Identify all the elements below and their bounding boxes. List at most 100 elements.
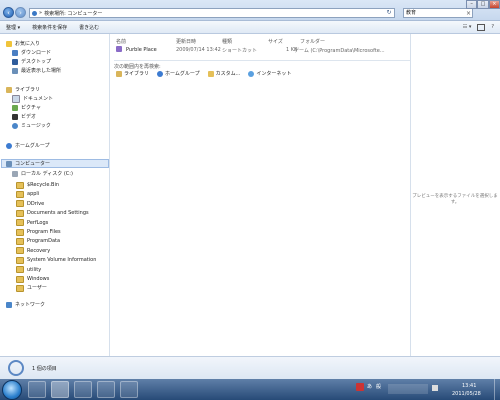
search-again-label: 次の範囲内を再検索: [114, 60, 410, 70]
search-magnifier-icon [8, 360, 24, 376]
search-custom-link[interactable]: カスタム... [207, 70, 240, 77]
nav-label: ピクチャ [21, 105, 41, 111]
folder-icon [16, 275, 24, 283]
nav-desktop[interactable]: デスクトップ [12, 58, 51, 66]
computer-icon [6, 161, 12, 167]
folder-item[interactable]: DDrive [16, 200, 44, 208]
globe-icon [248, 70, 255, 77]
search-homegroup-link[interactable]: ホームグループ [157, 70, 200, 77]
burn-button[interactable]: 書き込む [79, 24, 99, 31]
clock-date[interactable]: 2011/05/28 [452, 391, 481, 397]
nav-label: ドキュメント [23, 96, 54, 102]
documents-icon [12, 95, 20, 103]
shortcut-icon [116, 46, 122, 52]
nav-music[interactable]: ミュージック [12, 122, 51, 130]
organize-menu[interactable]: 整理 ▾ [6, 24, 20, 31]
views-menu[interactable]: ☷ ▾ [463, 24, 472, 31]
nav-videos[interactable]: ビデオ [12, 113, 36, 121]
result-name: Purble Place [126, 47, 157, 53]
folder-item[interactable]: $Recycle.Bin [16, 181, 59, 189]
search-library-link[interactable]: ライブラリ [116, 70, 149, 77]
folder-item[interactable]: Program Files [16, 228, 61, 236]
folder-label: Documents and Settings [27, 210, 89, 217]
folder-item[interactable]: Documents and Settings [16, 209, 89, 217]
folder-icon [16, 200, 24, 208]
folder-item[interactable]: System Volume Information [16, 256, 96, 264]
nav-documents[interactable]: ドキュメント [12, 95, 53, 103]
folder-label: System Volume Information [27, 257, 97, 264]
clock-time[interactable]: 13:41 [462, 383, 476, 389]
folder-icon [16, 209, 24, 217]
search-internet-link[interactable]: インターネット [248, 70, 291, 77]
nav-downloads[interactable]: ダウンロード [12, 49, 51, 57]
star-icon [6, 41, 12, 47]
folder-item[interactable]: utility [16, 266, 41, 274]
show-desktop-button[interactable] [494, 379, 500, 400]
taskbar-ie-icon[interactable] [28, 381, 46, 398]
folder-icon [16, 228, 24, 236]
videos-icon [12, 114, 18, 120]
nav-local-disk[interactable]: ローカル ディスク (C:) [12, 170, 73, 178]
nav-label: デスクトップ [21, 59, 52, 65]
link-label: ホームグループ [165, 71, 200, 77]
preview-pane-icon[interactable] [477, 24, 486, 31]
search-input[interactable]: 教育 × [403, 8, 473, 18]
col-date-header[interactable]: 更新日時 [176, 38, 196, 45]
col-name-header[interactable]: 名前 [116, 38, 126, 45]
nav-label: ライブラリ [15, 87, 41, 93]
col-size-header[interactable]: サイズ [268, 38, 283, 45]
result-folder: ゲーム (C:\ProgramData\Microsofte... [294, 48, 385, 54]
minimize-button[interactable]: – [466, 0, 478, 9]
folder-icon [16, 266, 24, 274]
ime-toolbar-icon[interactable] [356, 383, 364, 391]
start-button[interactable] [2, 380, 22, 400]
nav-pictures[interactable]: ピクチャ [12, 104, 41, 112]
folder-label: $Recycle.Bin [27, 182, 60, 188]
nav-recent[interactable]: 最近表示した場所 [12, 67, 61, 75]
col-folder-header[interactable]: フォルダー [300, 38, 325, 45]
folder-item[interactable]: Recovery [16, 247, 50, 255]
folder-label: ユーザー [27, 285, 47, 292]
folder-icon [16, 219, 24, 227]
path-chevron: » [39, 10, 43, 16]
close-button[interactable]: × [488, 0, 500, 9]
taskbar-media-player-icon[interactable] [74, 381, 92, 398]
ime-mode-a[interactable]: あ [367, 383, 372, 390]
folder-item[interactable]: ユーザー [16, 284, 47, 292]
col-type-header[interactable]: 種類 [222, 38, 232, 45]
nav-libraries[interactable]: ライブラリ [6, 86, 40, 94]
folder-item[interactable]: PerfLogs [16, 219, 48, 227]
taskbar-paint-icon[interactable] [120, 381, 138, 398]
nav-homegroup[interactable]: ホームグループ [6, 142, 50, 150]
back-button[interactable]: ‹ [3, 7, 14, 18]
network-tray-icon[interactable] [432, 385, 438, 391]
forward-button[interactable]: › [15, 7, 26, 18]
address-input[interactable]: » 検索場所: コンピューター [29, 8, 395, 18]
nav-favorites[interactable]: お気に入り [6, 40, 40, 48]
nav-label: ミュージック [21, 123, 51, 129]
maximize-button[interactable]: □ [477, 0, 489, 9]
folder-icon [16, 237, 24, 245]
command-bar: 整理 ▾ 検索条件を保存 書き込む ☷ ▾ ? [0, 21, 500, 34]
clear-search-icon[interactable]: × [466, 9, 471, 18]
pictures-icon [12, 105, 18, 111]
ime-mode-kan[interactable]: 般 [376, 383, 381, 390]
refresh-button[interactable]: ↻ [384, 8, 394, 18]
result-date: 2009/07/14 13:42 [176, 47, 221, 53]
table-row[interactable]: Purble Place 2009/07/14 13:42 ショートカット 1 … [114, 45, 410, 55]
network-icon [6, 302, 12, 308]
folder-item[interactable]: Windows [16, 275, 49, 283]
nav-label: コンピューター [15, 161, 51, 167]
nav-computer[interactable]: コンピューター [6, 160, 50, 168]
results-pane [111, 34, 410, 356]
save-search-button[interactable]: 検索条件を保存 [32, 24, 67, 31]
folder-item[interactable]: appli [16, 190, 39, 198]
language-bar[interactable] [388, 384, 428, 394]
folder-item[interactable]: ProgramData [16, 237, 60, 245]
library-icon [116, 70, 122, 77]
nav-label: ネットワーク [15, 302, 46, 308]
nav-network[interactable]: ネットワーク [6, 301, 45, 309]
taskbar-explorer-icon[interactable] [51, 381, 69, 398]
taskbar-game-icon[interactable] [97, 381, 115, 398]
help-icon[interactable]: ? [491, 24, 494, 31]
